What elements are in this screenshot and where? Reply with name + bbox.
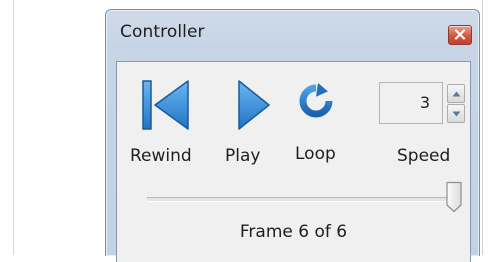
background-border-left <box>13 0 14 255</box>
speed-input[interactable]: 3 <box>379 82 443 124</box>
speed-increment-button[interactable] <box>447 84 465 103</box>
skip-to-start-icon <box>142 80 189 130</box>
window-title: Controller <box>120 22 205 42</box>
controls-panel: Rewind Play Loop 3 Speed Frame 6 of 6 <box>116 61 471 262</box>
arrow-up-icon <box>452 91 461 97</box>
background-border-right <box>482 0 483 255</box>
close-button[interactable] <box>448 25 472 45</box>
arrow-down-icon <box>452 111 461 117</box>
play-label: Play <box>225 146 261 166</box>
close-icon <box>454 29 466 40</box>
loop-arrow-icon <box>299 83 333 118</box>
frame-slider-track[interactable] <box>147 197 459 202</box>
loop-label: Loop <box>295 144 336 164</box>
controller-window: Controller Rewind Play Loop 3 Speed Fram… <box>105 9 480 262</box>
desktop-background: Controller Rewind Play Loop 3 Speed Fram… <box>0 0 489 262</box>
window-titlebar[interactable]: Controller <box>106 10 479 48</box>
play-triangle-icon <box>238 80 270 130</box>
speed-decrement-button[interactable] <box>447 104 465 123</box>
frame-status-label: Frame 6 of 6 <box>239 222 348 242</box>
rewind-label: Rewind <box>130 146 192 166</box>
speed-label: Speed <box>397 146 451 166</box>
frame-slider-thumb[interactable] <box>445 181 463 213</box>
